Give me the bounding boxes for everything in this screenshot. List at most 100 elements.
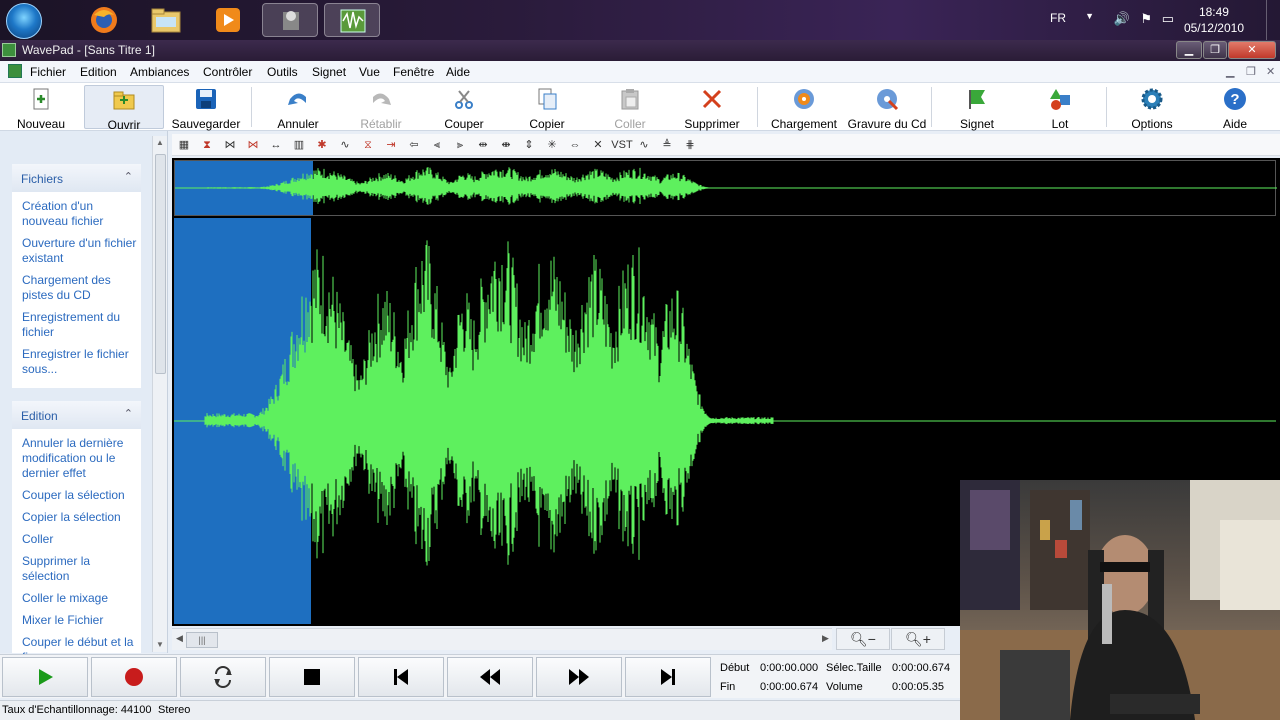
collapse-chevron-icon[interactable]: ⌃ <box>124 407 133 420</box>
fx-pitch-icon[interactable]: ⇹ <box>475 138 491 152</box>
side-panel-scroll-thumb[interactable] <box>155 154 166 374</box>
link-enregistrement-fichier[interactable]: Enregistrement du fichier <box>12 310 141 340</box>
fx-wah-icon[interactable]: ∿ <box>636 138 652 152</box>
waveform-hscrollbar[interactable]: ◀ ||| ▶ <box>172 628 832 650</box>
fx-expand-icon[interactable]: ⫸ <box>452 138 468 152</box>
taskbar-app-icon[interactable] <box>262 3 318 37</box>
network-icon[interactable]: ▭ <box>1162 11 1174 27</box>
scroll-right-arrow-icon[interactable]: ▶ <box>822 633 829 644</box>
collapse-chevron-icon[interactable]: ⌃ <box>124 170 133 183</box>
scroll-left-arrow-icon[interactable]: ◀ <box>176 633 183 644</box>
menu-outils[interactable]: Outils <box>267 65 298 79</box>
maximize-button[interactable]: ❐ <box>1203 41 1227 59</box>
media-player-icon[interactable] <box>210 3 246 37</box>
fx-speed-icon[interactable]: ⇼ <box>498 138 514 152</box>
fx-equalizer-icon[interactable]: ▥ <box>291 138 307 152</box>
link-couper-selection[interactable]: Couper la sélection <box>12 488 141 503</box>
waveform-overview[interactable] <box>174 160 1277 216</box>
link-coller-mixage[interactable]: Coller le mixage <box>12 591 141 606</box>
fx-stereo-icon[interactable]: ⇔ <box>567 138 583 152</box>
zoom-out-button[interactable]: 🔍︎− <box>836 628 890 650</box>
fx-reverb-icon[interactable]: ✳ <box>544 138 560 152</box>
fx-compress-icon[interactable]: ⫷ <box>429 138 445 152</box>
link-mixer-fichier[interactable]: Mixer le Fichier <box>12 613 141 628</box>
skip-to-start-button[interactable] <box>358 657 444 697</box>
zoom-in-button[interactable]: 🔍︎+ <box>891 628 945 650</box>
fx-chorus-icon[interactable]: ≜ <box>659 138 675 152</box>
fx-cross-icon[interactable]: ✕ <box>590 138 606 152</box>
action-center-flag-icon[interactable]: ⚑ <box>1140 11 1152 27</box>
fx-reverse-icon[interactable]: ⇦ <box>406 138 422 152</box>
chargement-button[interactable]: Chargement <box>764 85 844 131</box>
link-enregistrer-sous[interactable]: Enregistrer le fichier sous... <box>12 347 141 377</box>
link-coller[interactable]: Coller <box>12 532 141 547</box>
coller-button[interactable]: Coller <box>590 85 670 131</box>
fx-echo-icon[interactable]: ⋈ <box>245 138 261 152</box>
start-button[interactable] <box>6 3 42 39</box>
signet-button[interactable]: Signet <box>937 85 1017 131</box>
aide-button[interactable]: ? Aide <box>1195 85 1275 131</box>
fx-trim-icon[interactable]: ⇥ <box>383 138 399 152</box>
lot-button[interactable]: Lot <box>1020 85 1100 131</box>
skip-to-end-button[interactable] <box>625 657 711 697</box>
show-desktop-button[interactable] <box>1266 0 1280 40</box>
record-button[interactable] <box>91 657 177 697</box>
scroll-down-arrow-icon[interactable]: ▼ <box>156 640 164 649</box>
copier-button[interactable]: Copier <box>507 85 587 131</box>
menu-ambiances[interactable]: Ambiances <box>130 65 189 79</box>
fx-amplify-icon[interactable]: ⧗ <box>199 138 215 152</box>
supprimer-button[interactable]: Supprimer <box>672 85 752 131</box>
link-creation-fichier[interactable]: Création d'un nouveau fichier <box>12 199 141 229</box>
ouvrir-button[interactable]: Ouvrir <box>84 85 164 132</box>
fx-normalize-icon[interactable]: ⋈ <box>222 138 238 152</box>
side-panel-scrollbar[interactable]: ▲ ▼ <box>152 136 167 652</box>
edition-group-header[interactable]: Edition ⌃ <box>12 401 141 429</box>
scroll-up-arrow-icon[interactable]: ▲ <box>156 138 164 147</box>
menu-vue[interactable]: Vue <box>359 65 380 79</box>
taskbar-wavepad-icon[interactable] <box>324 3 380 37</box>
menu-aide[interactable]: Aide <box>446 65 470 79</box>
menu-signet[interactable]: Signet <box>312 65 346 79</box>
waveform-scroll-thumb[interactable]: ||| <box>186 632 218 648</box>
minimize-button[interactable]: ▁ <box>1176 41 1202 59</box>
link-supprimer-selection[interactable]: Supprimer la sélection <box>12 554 141 584</box>
mdi-restore-button[interactable]: ❐ <box>1246 65 1256 78</box>
fx-flanger-icon[interactable]: ⋕ <box>682 138 698 152</box>
link-annuler-modification[interactable]: Annuler la dernière modification ou le d… <box>12 436 141 481</box>
close-button[interactable]: ✕ <box>1228 41 1276 59</box>
language-indicator[interactable]: FR <box>1050 11 1066 25</box>
volume-icon[interactable]: 🔊 <box>1114 11 1130 27</box>
fx-fade-icon[interactable]: ⧖ <box>360 138 376 152</box>
firefox-icon[interactable] <box>86 3 122 37</box>
clock[interactable]: 18:49 05/12/2010 <box>1184 4 1244 36</box>
rewind-button[interactable] <box>447 657 533 697</box>
link-copier-selection[interactable]: Copier la sélection <box>12 510 141 525</box>
fx-vst-button[interactable]: VST <box>611 138 633 152</box>
fx-silence-icon[interactable]: ↔ <box>268 138 284 152</box>
loop-button[interactable] <box>180 657 266 697</box>
mdi-close-button[interactable]: ✕ <box>1266 65 1275 78</box>
fx-envelope-icon[interactable]: ∿ <box>337 138 353 152</box>
nouveau-button[interactable]: Nouveau <box>1 85 81 131</box>
explorer-folder-icon[interactable] <box>148 3 184 37</box>
fast-forward-button[interactable] <box>536 657 622 697</box>
fx-noise-icon[interactable]: ✱ <box>314 138 330 152</box>
menu-fenetre[interactable]: Fenêtre <box>393 65 434 79</box>
wavepad-app-icon[interactable] <box>2 43 16 57</box>
tray-expand-icon[interactable]: ▼ <box>1085 11 1094 21</box>
menu-controler[interactable]: Contrôler <box>203 65 252 79</box>
sauvegarder-button[interactable]: Sauvegarder <box>166 85 246 131</box>
mdi-minimize-button[interactable]: ▁ <box>1226 65 1234 78</box>
fx-waveform-icon[interactable]: ▦ <box>176 138 192 152</box>
menu-fichier[interactable]: Fichier <box>30 65 66 79</box>
annuler-button[interactable]: Annuler <box>258 85 338 131</box>
retablir-button[interactable]: Rétablir <box>341 85 421 131</box>
fx-tempo-icon[interactable]: ⇕ <box>521 138 537 152</box>
options-button[interactable]: Options <box>1112 85 1192 131</box>
menu-edition[interactable]: Edition <box>80 65 117 79</box>
gravure-cd-button[interactable]: Gravure du Cd <box>847 85 927 131</box>
fichiers-group-header[interactable]: Fichiers ⌃ <box>12 164 141 192</box>
document-icon[interactable] <box>8 64 22 78</box>
link-ouverture-fichier[interactable]: Ouverture d'un fichier existant <box>12 236 141 266</box>
stop-button[interactable] <box>269 657 355 697</box>
